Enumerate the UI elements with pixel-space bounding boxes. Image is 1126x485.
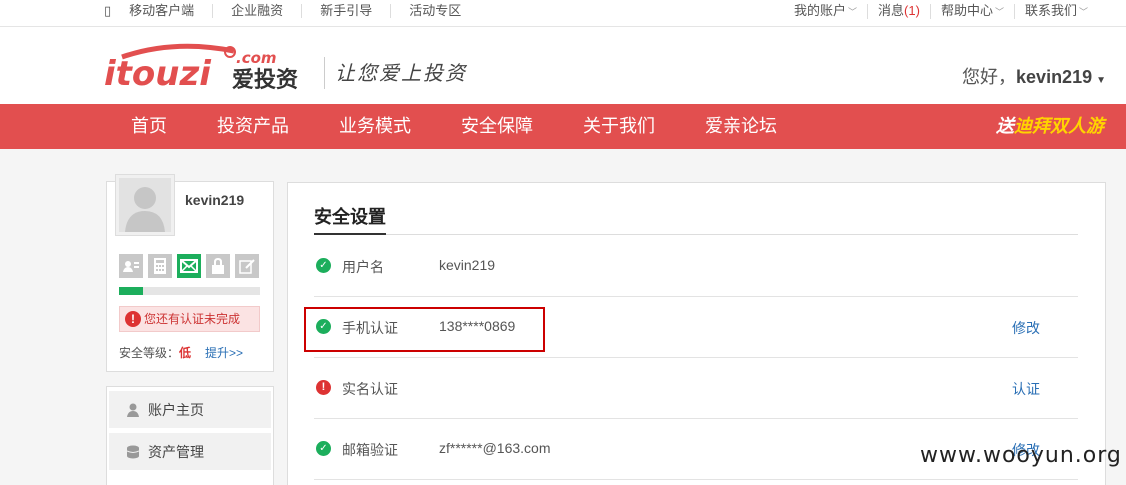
setting-row-username: ✓ 用户名 kevin219	[314, 236, 1078, 297]
title-divider	[314, 234, 1078, 235]
help-center-menu[interactable]: 帮助中心 ﹀	[929, 4, 1014, 19]
top-links: ▯ 移动客户端 企业融资 新手引导 活动专区	[104, 4, 479, 18]
calculator-icon[interactable]	[148, 254, 172, 278]
side-menu: 账户主页 资产管理	[106, 386, 274, 485]
user-greeting[interactable]: 您好，kevin219 ▼	[962, 63, 1106, 89]
svg-text:itouzi: itouzi	[104, 54, 212, 93]
sidebar-item-account-home[interactable]: 账户主页	[109, 391, 271, 429]
main-nav: 首页 投资产品 业务模式 安全保障 关于我们 爱亲论坛 送迪拜双人游	[0, 104, 1126, 149]
profile-username: kevin219	[185, 192, 245, 208]
check-icon: ✓	[316, 258, 331, 273]
lock-icon[interactable]	[206, 254, 230, 278]
exclamation-icon: !	[316, 380, 331, 395]
verification-icons	[119, 254, 259, 278]
site-header: itouzi .com 爱投资 让您爱上投资 您好，kevin219 ▼	[0, 27, 1126, 104]
progress-fill	[119, 287, 143, 295]
greeting-username: kevin219	[1016, 67, 1093, 87]
messages-link[interactable]: 消息(1)	[867, 4, 930, 19]
email-icon[interactable]	[177, 254, 201, 278]
svg-text:爱投资: 爱投资	[232, 68, 298, 93]
chevron-down-icon: ﹀	[1078, 7, 1088, 17]
promo-banner[interactable]: 送迪拜双人游	[996, 104, 1104, 149]
upgrade-link[interactable]: 提升>>	[205, 346, 243, 360]
message-count: (1)	[904, 3, 920, 18]
beginner-guide-link[interactable]: 新手引导	[301, 4, 390, 18]
profile-card: kevin219 ! 您还有认证未完成 安全等级：低 提升>>	[106, 174, 274, 372]
nav-home[interactable]: 首页	[131, 104, 167, 149]
promotions-link[interactable]: 活动专区	[390, 4, 479, 18]
modify-phone-link[interactable]: 修改	[1012, 318, 1040, 338]
top-account-links: 我的账户 ﹀ 消息(1) 帮助中心 ﹀ 联系我们 ﹀	[784, 4, 1098, 19]
edit-icon[interactable]	[235, 254, 259, 278]
contact-us-menu[interactable]: 联系我们 ﹀	[1013, 4, 1098, 19]
security-progress-bar	[119, 287, 260, 295]
page-title: 安全设置	[314, 207, 386, 227]
site-slogan: 让您爱上投资	[324, 57, 467, 89]
itouzi-logo[interactable]: itouzi .com 爱投资	[104, 43, 314, 93]
coins-icon	[126, 445, 140, 459]
exclamation-icon: !	[125, 311, 141, 327]
chevron-down-icon: ﹀	[994, 7, 1004, 17]
mobile-client-link[interactable]: ▯ 移动客户端	[104, 4, 212, 18]
security-level: 安全等级：低 提升>>	[119, 346, 244, 360]
verification-warning: ! 您还有认证未完成	[119, 306, 260, 332]
caret-down-icon: ▼	[1096, 75, 1106, 86]
default-avatar-icon	[125, 187, 165, 232]
watermark: www.wooyun.org	[920, 443, 1122, 468]
title-underline	[314, 233, 386, 235]
chevron-down-icon: ﹀	[848, 7, 858, 17]
nav-forum[interactable]: 爱亲论坛	[705, 104, 777, 149]
enterprise-financing-link[interactable]: 企业融资	[212, 4, 301, 18]
nav-security[interactable]: 安全保障	[461, 104, 533, 149]
security-level-value: 低	[179, 346, 192, 360]
nav-about-us[interactable]: 关于我们	[583, 104, 655, 149]
check-icon: ✓	[316, 441, 331, 456]
setting-row-realname: ! 实名认证 认证	[314, 358, 1078, 419]
verify-realname-link[interactable]: 认证	[1012, 379, 1040, 399]
top-bar: ▯ 移动客户端 企业融资 新手引导 活动专区 我的账户 ﹀ 消息(1) 帮助中心 ﹀ …	[0, 0, 1126, 27]
nav-business-model[interactable]: 业务模式	[339, 104, 411, 149]
phone-icon: ▯	[104, 3, 112, 18]
id-card-icon[interactable]	[119, 254, 143, 278]
my-account-menu[interactable]: 我的账户 ﹀	[784, 4, 867, 19]
nav-investment-products[interactable]: 投资产品	[217, 104, 289, 149]
user-icon	[127, 403, 139, 417]
svg-text:.com: .com	[236, 49, 277, 67]
sidebar-item-asset-management[interactable]: 资产管理	[109, 433, 271, 471]
avatar[interactable]	[115, 174, 175, 236]
phone-highlight-box	[304, 307, 545, 352]
